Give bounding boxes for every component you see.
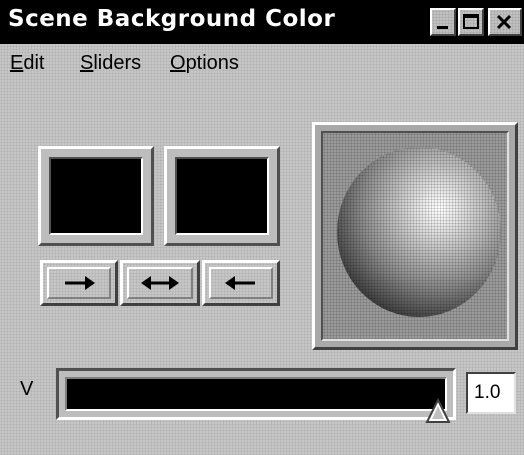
minimize-button[interactable] (430, 8, 456, 36)
value-input[interactable]: 1.0 (466, 372, 516, 414)
menu-options[interactable]: Options (170, 52, 239, 75)
maximize-button[interactable] (458, 8, 484, 36)
menu-sliders[interactable]: Sliders (80, 52, 141, 75)
close-button[interactable] (488, 8, 522, 36)
slider-thumb-icon[interactable] (425, 398, 451, 424)
minimize-icon (437, 26, 448, 29)
current-color-fill (49, 157, 143, 235)
copy-left-button[interactable] (202, 260, 280, 306)
color-preview-panel (312, 122, 518, 350)
arrow-left-icon (225, 276, 255, 290)
menu-edit[interactable]: Edit (10, 52, 44, 75)
copy-right-button[interactable] (40, 260, 118, 306)
arrow-left-right-icon (141, 276, 179, 290)
arrow-right-icon (65, 276, 95, 290)
current-color-swatch[interactable] (38, 146, 154, 246)
value-slider[interactable] (56, 368, 456, 420)
window-title: Scene Background Color (8, 6, 336, 32)
value-slider-label: V (20, 378, 34, 400)
title-bar[interactable]: Scene Background Color (0, 0, 524, 44)
new-color-fill (175, 157, 269, 235)
close-icon (496, 14, 512, 30)
swap-colors-button[interactable] (120, 260, 200, 306)
new-color-swatch[interactable] (164, 146, 280, 246)
scene-background-color-window: Scene Background Color Edit Sliders Opti… (0, 0, 524, 455)
value-slider-track[interactable] (65, 377, 447, 411)
menu-bar: Edit Sliders Options (0, 52, 524, 82)
preview-viewport (321, 131, 509, 341)
preview-sphere (337, 147, 501, 317)
maximize-icon (463, 14, 479, 29)
